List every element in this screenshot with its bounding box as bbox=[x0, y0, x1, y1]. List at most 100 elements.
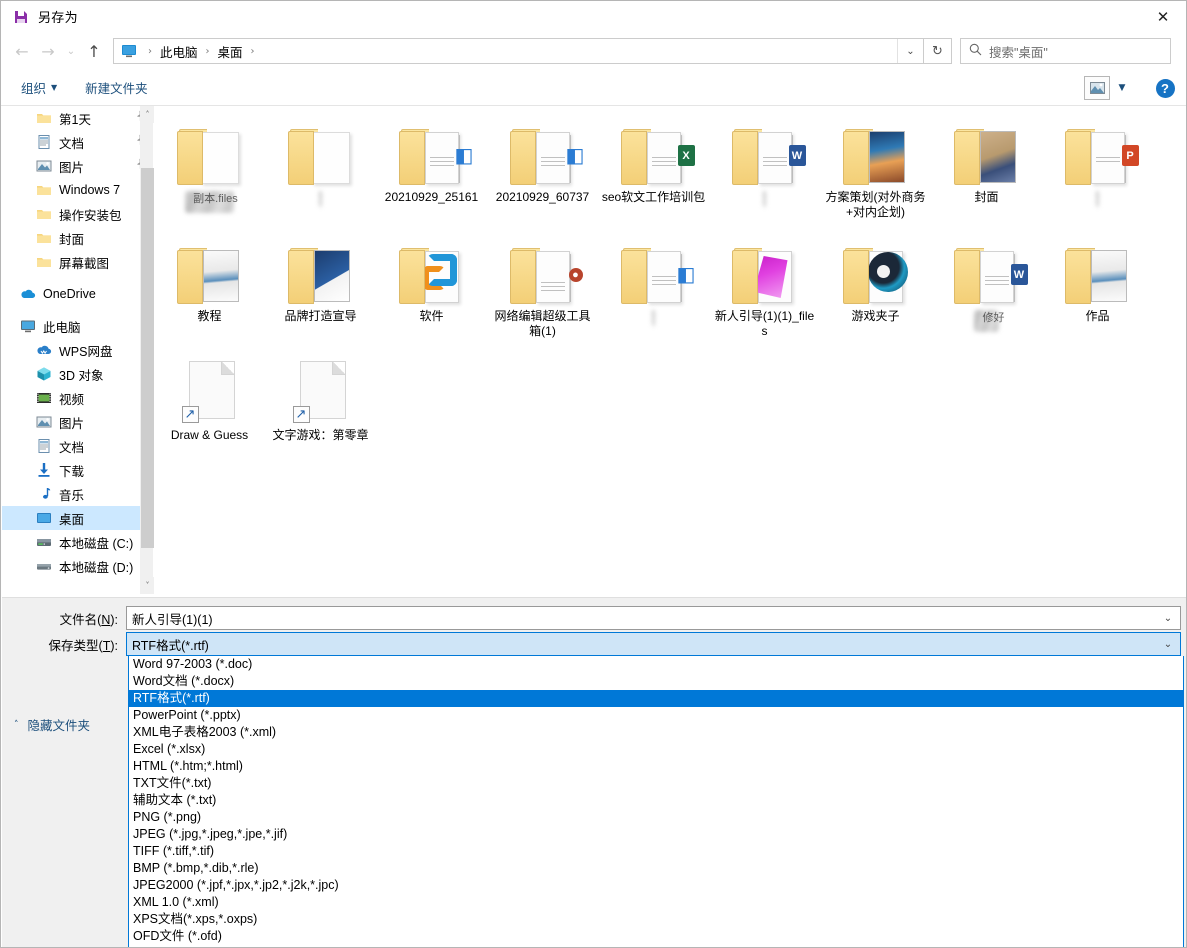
file-item[interactable]: ↗Draw & Guess bbox=[154, 349, 265, 445]
sidebar-item-19[interactable]: 本地磁盘 (D:) bbox=[2, 554, 153, 578]
file-item[interactable]: W修好修好 bbox=[931, 230, 1042, 341]
chevron-down-icon[interactable]: ⌄ bbox=[1156, 607, 1180, 629]
new-folder-button[interactable]: 新建文件夹 bbox=[77, 74, 156, 101]
view-layout-icon bbox=[1090, 82, 1105, 94]
file-item[interactable]: 软件 bbox=[376, 230, 487, 341]
file-item[interactable]: ●网络编辑超级工具箱(1) bbox=[487, 230, 598, 341]
file-item[interactable]: 作品 bbox=[1042, 230, 1153, 341]
address-dropdown-icon[interactable]: ⌄ bbox=[897, 39, 923, 63]
scroll-down-icon[interactable]: ˅ bbox=[141, 577, 154, 594]
sidebar-item-9[interactable]: 此电脑 bbox=[2, 314, 153, 338]
sidebar-item-3[interactable]: 图片 bbox=[2, 154, 153, 178]
help-icon: ? bbox=[1156, 79, 1175, 98]
filename-combo[interactable]: 新人引导(1)(1) ⌄ bbox=[126, 606, 1181, 630]
organize-label: 组织 bbox=[21, 78, 46, 97]
breadcrumb-separator: › bbox=[142, 46, 158, 57]
file-list-pane[interactable]: 副本.files副本.files ◧20210929_25161◧2021092… bbox=[154, 106, 1185, 594]
breadcrumb-this-pc[interactable]: 此电脑 bbox=[158, 42, 200, 61]
refresh-button[interactable]: ↻ bbox=[924, 38, 952, 64]
up-icon[interactable]: ↑ bbox=[81, 38, 107, 64]
dropdown-option[interactable]: XML电子表格2003 (*.xml) bbox=[129, 724, 1183, 741]
sidebar-item-2[interactable]: 文档 bbox=[2, 130, 153, 154]
file-item[interactable]: 品牌打造宣导 bbox=[265, 230, 376, 341]
view-options-dropdown[interactable]: ▼ bbox=[1112, 76, 1132, 100]
breadcrumb-desktop[interactable]: 桌面 bbox=[216, 42, 245, 61]
help-button[interactable]: ? bbox=[1152, 75, 1178, 101]
dropdown-option[interactable]: TXT文件(*.txt) bbox=[129, 775, 1183, 792]
scrollbar-thumb[interactable] bbox=[141, 168, 154, 548]
sidebar-item-15[interactable]: 下载 bbox=[2, 458, 153, 482]
file-item[interactable]: Xseo软文工作培训包 bbox=[598, 111, 709, 222]
sidebar-item-14[interactable]: 文档 bbox=[2, 434, 153, 458]
file-item[interactable]: ↗文字游戏：第零章 bbox=[265, 349, 376, 445]
dropdown-option[interactable]: XML 1.0 (*.xml) bbox=[129, 894, 1183, 911]
file-item-label: 教程 bbox=[197, 309, 221, 324]
forward-icon[interactable]: → bbox=[35, 38, 61, 64]
dropdown-option[interactable]: OFD文件 (*.ofd) bbox=[129, 928, 1183, 945]
sidebar-item-12[interactable]: 视频 bbox=[2, 386, 153, 410]
scroll-up-icon[interactable]: ˄ bbox=[141, 106, 154, 123]
file-item[interactable] bbox=[265, 111, 376, 222]
sidebar-item-1[interactable]: 第1天 bbox=[2, 106, 153, 130]
file-item[interactable]: 游戏夹子 bbox=[820, 230, 931, 341]
address-bar[interactable]: › 此电脑 › 桌面 › ⌄ bbox=[113, 38, 924, 64]
dropdown-option[interactable]: RTF格式(*.rtf) bbox=[129, 690, 1183, 707]
recent-locations-icon[interactable]: ⌄ bbox=[61, 38, 81, 64]
sidebar-scrollbar[interactable]: ˄ ˅ bbox=[140, 106, 153, 594]
file-item[interactable]: ◧20210929_25161 bbox=[376, 111, 487, 222]
documents-icon bbox=[36, 134, 52, 150]
sidebar-item-16[interactable]: 音乐 bbox=[2, 482, 153, 506]
dropdown-option[interactable]: HTML (*.htm;*.html) bbox=[129, 758, 1183, 775]
dropdown-option[interactable]: JPEG (*.jpg,*.jpeg,*.jpe,*.jif) bbox=[129, 826, 1183, 843]
chevron-down-icon: ▼ bbox=[51, 83, 57, 92]
search-icon bbox=[969, 43, 989, 59]
sidebar-item-6[interactable]: 封面 bbox=[2, 226, 153, 250]
dropdown-option[interactable]: Word文档 (*.docx) bbox=[129, 673, 1183, 690]
filetype-combo[interactable]: RTF格式(*.rtf) ⌄ bbox=[126, 632, 1181, 656]
dropdown-option[interactable]: PNG (*.png) bbox=[129, 809, 1183, 826]
organize-button[interactable]: 组织 ▼ bbox=[13, 74, 65, 101]
nav-group-gap bbox=[2, 274, 153, 282]
search-box[interactable]: 搜索"桌面" bbox=[960, 38, 1171, 64]
sidebar-item-11[interactable]: 3D 对象 bbox=[2, 362, 153, 386]
chevron-down-icon[interactable]: ⌄ bbox=[1156, 633, 1180, 655]
sidebar-item-18[interactable]: 本地磁盘 (C:) bbox=[2, 530, 153, 554]
sidebar-item-17[interactable]: 桌面 bbox=[2, 506, 153, 530]
back-icon[interactable]: ← bbox=[9, 38, 35, 64]
sidebar-item-label: 桌面 bbox=[59, 509, 153, 528]
file-item[interactable]: ◧20210929_60737 bbox=[487, 111, 598, 222]
redaction-overlay bbox=[763, 191, 766, 207]
filetype-dropdown-list[interactable]: Word 97-2003 (*.doc)Word文档 (*.docx)RTF格式… bbox=[128, 656, 1184, 948]
dropdown-option[interactable]: 辅助文本 (*.txt) bbox=[129, 792, 1183, 809]
file-item[interactable]: W bbox=[709, 111, 820, 222]
file-item[interactable]: 新人引导(1)(1)_files bbox=[709, 230, 820, 341]
this-pc-icon bbox=[20, 318, 36, 334]
change-view-button[interactable] bbox=[1084, 76, 1110, 100]
hide-folders-button[interactable]: ˄ 隐藏文件夹 bbox=[14, 715, 90, 734]
dropdown-option[interactable]: XPS文档(*.xps,*.oxps) bbox=[129, 911, 1183, 928]
filename-input[interactable]: 新人引导(1)(1) bbox=[127, 609, 213, 628]
file-item[interactable]: 教程 bbox=[154, 230, 265, 341]
sidebar-item-7[interactable]: 屏幕截图 bbox=[2, 250, 153, 274]
file-item[interactable]: P bbox=[1042, 111, 1153, 222]
dropdown-option[interactable]: Excel (*.xlsx) bbox=[129, 741, 1183, 758]
dropdown-option[interactable]: JPEG2000 (*.jpf,*.jpx,*.jp2,*.j2k,*.jpc) bbox=[129, 877, 1183, 894]
dropdown-option[interactable]: Word 97-2003 (*.doc) bbox=[129, 656, 1183, 673]
file-grid: 副本.files副本.files ◧20210929_25161◧2021092… bbox=[154, 106, 1185, 453]
file-item[interactable]: 封面 bbox=[931, 111, 1042, 222]
sidebar-item-8[interactable]: OneDrive bbox=[2, 282, 153, 306]
file-item[interactable]: 副本.files副本.files bbox=[154, 111, 265, 222]
folder-icon bbox=[36, 182, 52, 198]
dropdown-option[interactable]: PowerPoint (*.pptx) bbox=[129, 707, 1183, 724]
sidebar-item-10[interactable]: WPS网盘 bbox=[2, 338, 153, 362]
sidebar-item-5[interactable]: 操作安装包 bbox=[2, 202, 153, 226]
file-item[interactable]: 方案策划(对外商务+对内企划) bbox=[820, 111, 931, 222]
folder-steam-icon bbox=[836, 234, 916, 304]
sidebar-item-4[interactable]: Windows 7 bbox=[2, 178, 153, 202]
dropdown-option[interactable]: BMP (*.bmp,*.dib,*.rle) bbox=[129, 860, 1183, 877]
sidebar-item-13[interactable]: 图片 bbox=[2, 410, 153, 434]
file-item[interactable]: ◧ bbox=[598, 230, 709, 341]
close-button[interactable]: ✕ bbox=[1140, 1, 1186, 32]
music-icon bbox=[36, 486, 52, 502]
dropdown-option[interactable]: TIFF (*.tiff,*.tif) bbox=[129, 843, 1183, 860]
